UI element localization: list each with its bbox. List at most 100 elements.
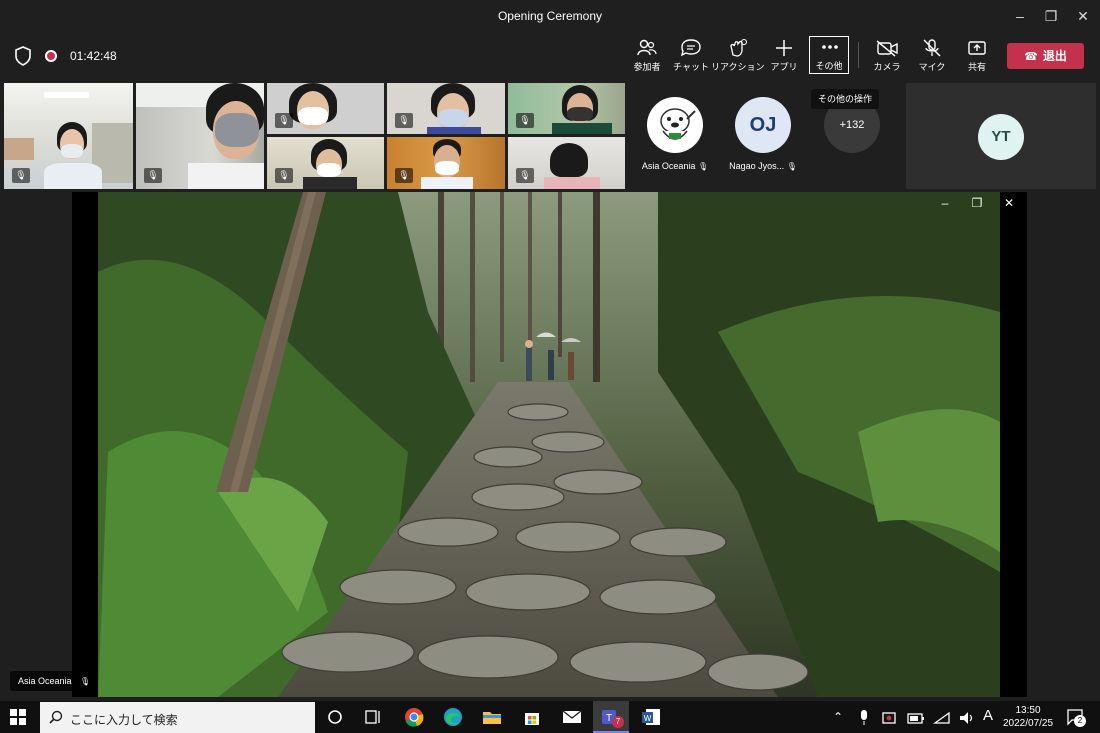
share-label: 共有 — [967, 62, 986, 72]
participants-button[interactable]: 参加者 — [627, 38, 667, 76]
camera-button[interactable]: カメラ — [867, 38, 907, 76]
reaction-icon — [730, 38, 748, 57]
search-icon — [49, 710, 63, 724]
stage-restore-button[interactable]: ❐ — [962, 194, 992, 212]
stage-close-button[interactable]: ✕ — [994, 194, 1024, 212]
file-explorer-icon[interactable] — [481, 706, 503, 728]
mic-off-icon: 🎙 — [697, 162, 709, 171]
mascot-icon — [660, 108, 696, 140]
chevron-up-icon[interactable]: ⌃ — [833, 710, 843, 724]
wifi-icon[interactable] — [932, 707, 952, 729]
hangup-icon: ☎ — [1024, 51, 1038, 63]
mic-off-icon: 🎙 — [516, 113, 534, 128]
clock-date: 2022/07/25 — [1003, 718, 1054, 729]
shared-content-stage[interactable]: – ❐ ✕ — [72, 192, 1027, 697]
recording-indicator-icon — [45, 50, 57, 62]
teams-badge: 7 — [612, 716, 624, 728]
mic-off-icon: 🎙 — [516, 168, 534, 183]
mic-off-icon — [923, 39, 941, 57]
mail-icon[interactable] — [561, 706, 583, 728]
mic-off-icon: 🎙 — [275, 168, 293, 183]
svg-text:W: W — [644, 714, 652, 723]
leave-button[interactable]: ☎ 退出 — [1007, 43, 1084, 69]
notification-count: 2 — [1074, 715, 1086, 727]
mic-off-icon: 🎙 — [80, 677, 91, 686]
participant-video-tile[interactable]: 🎙 — [136, 83, 264, 189]
share-icon — [968, 41, 986, 55]
mic-off-icon: 🎙 — [12, 168, 30, 183]
presenter-name: Asia Oceania — [18, 676, 72, 686]
toolbar-divider — [858, 42, 859, 68]
action-center-button[interactable]: 2 — [1066, 707, 1086, 727]
stage-minimize-button[interactable]: – — [930, 194, 960, 212]
apps-button[interactable]: アプリ — [764, 38, 804, 76]
close-window-button[interactable]: ✕ — [1073, 6, 1093, 26]
taskbar-clock[interactable]: 13:50 2022/07/25 — [1003, 704, 1053, 730]
participant-video-tile[interactable]: 🎙 — [387, 137, 505, 189]
avatar-initials: YT — [978, 114, 1024, 160]
avatar-name: Asia Oceania 🎙 — [641, 161, 709, 171]
minimize-button[interactable]: – — [1010, 6, 1030, 26]
reaction-label: リアクション — [711, 62, 765, 72]
video-gallery: 🎙 🎙 🎙 🎙 🎙 🎙 🎙 🎙 Asia Oceania 🎙 OJ Nagao … — [0, 80, 1100, 192]
avatar-initials: OJ — [735, 97, 791, 153]
search-placeholder: ここに入力して検索 — [70, 713, 178, 727]
share-button[interactable]: 共有 — [957, 38, 997, 76]
mic-button[interactable]: マイク — [912, 38, 952, 76]
mic-off-icon: 🎙 — [144, 168, 162, 183]
reaction-button[interactable]: リアクション — [711, 38, 765, 76]
store-icon[interactable] — [521, 706, 543, 728]
mic-off-icon: 🎙 — [395, 113, 413, 128]
more-actions-tooltip: その他の操作 — [811, 89, 879, 109]
meeting-toolbar: 01:42:48 参加者 チャット リアクション アプリ その他 カメラ マイク… — [0, 32, 1100, 80]
avatar — [647, 97, 703, 153]
more-actions-button[interactable]: その他 — [809, 36, 849, 74]
mic-off-icon: 🎙 — [275, 113, 293, 128]
window-title: Opening Ceremony — [497, 9, 603, 23]
ime-indicator[interactable]: A — [983, 707, 993, 724]
shield-icon[interactable] — [14, 46, 32, 66]
spotlight-participant-tile[interactable]: YT — [906, 83, 1096, 189]
participant-video-tile[interactable]: 🎙 — [4, 83, 133, 189]
participants-label: 参加者 — [633, 62, 661, 72]
participant-avatar-tile[interactable]: Asia Oceania 🎙 — [635, 80, 715, 190]
avatar-name: Nagao Jyos... 🎙 — [729, 161, 797, 171]
taskbar: ここに入力して検索 T 7 W ⌃ A 13:50 2022/07/25 2 — [0, 701, 1100, 733]
presenter-label: Asia Oceania 🎙 — [10, 671, 99, 691]
participant-avatar-tile[interactable]: OJ Nagao Jyos... 🎙 — [723, 80, 803, 190]
shared-forest-photo — [98, 192, 1000, 697]
clock-time: 13:50 — [1015, 705, 1041, 716]
participant-video-tile[interactable]: 🎙 — [387, 83, 505, 134]
chat-label: チャット — [673, 62, 709, 72]
leave-label: 退出 — [1042, 49, 1067, 63]
edge-icon[interactable] — [442, 706, 464, 728]
participant-video-tile[interactable]: 🎙 — [267, 83, 384, 134]
taskbar-search-box[interactable]: ここに入力して検索 — [40, 702, 315, 733]
word-icon[interactable]: W — [640, 706, 662, 728]
teams-taskbar-button[interactable]: T 7 — [593, 701, 629, 733]
chat-icon — [680, 39, 701, 57]
title-bar: Opening Ceremony – ❐ ✕ — [0, 0, 1100, 32]
forest-path-image — [98, 192, 1000, 697]
windows-start-icon[interactable] — [10, 709, 26, 725]
people-icon — [637, 39, 657, 56]
camera-tray-icon[interactable] — [880, 707, 900, 729]
meeting-timer: 01:42:48 — [70, 49, 117, 63]
participant-video-tile[interactable]: 🎙 — [508, 83, 625, 134]
cortana-icon[interactable] — [324, 706, 346, 728]
apps-label: アプリ — [770, 62, 798, 72]
chat-button[interactable]: チャット — [671, 38, 711, 76]
mic-label: マイク — [918, 62, 946, 72]
microphone-icon[interactable] — [855, 707, 873, 729]
camera-label: カメラ — [873, 62, 901, 72]
maximize-button[interactable]: ❐ — [1041, 6, 1061, 26]
volume-icon[interactable] — [957, 707, 977, 729]
participant-video-tile[interactable]: 🎙 — [508, 137, 625, 189]
camera-off-icon — [876, 40, 898, 57]
more-label: その他 — [815, 61, 843, 71]
battery-icon[interactable] — [906, 707, 926, 729]
chrome-icon[interactable] — [403, 706, 425, 728]
more-icon — [822, 45, 838, 49]
task-view-icon[interactable] — [362, 706, 384, 728]
participant-video-tile[interactable]: 🎙 — [267, 137, 384, 189]
